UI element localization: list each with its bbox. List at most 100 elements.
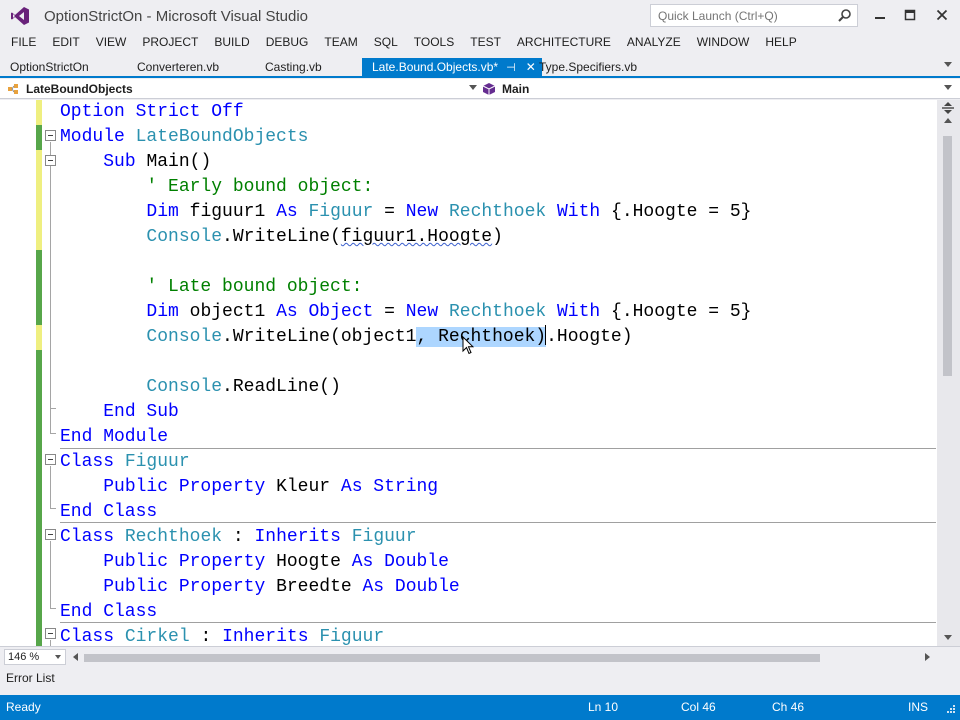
menu-sql[interactable]: SQL: [366, 32, 406, 54]
code-token: As: [276, 202, 298, 222]
code-token: Console: [146, 227, 223, 247]
menu-team[interactable]: TEAM: [316, 32, 365, 54]
code-token: figuur1: [189, 202, 266, 222]
outline-guide-end: [50, 608, 56, 609]
tab-late-bound-objects[interactable]: Late.Bound.Objects.vb* ⊣ ✕: [362, 58, 542, 76]
code-token: With: [557, 202, 601, 222]
minimize-button[interactable]: [866, 4, 894, 26]
code-token: As String: [340, 477, 439, 497]
resize-grip-icon[interactable]: [944, 704, 956, 716]
status-column: Col 46: [681, 700, 716, 714]
error-list-label: Error List: [6, 671, 55, 685]
type-dropdown[interactable]: LateBoundObjects: [6, 81, 480, 97]
unsaved-change-marker: [36, 100, 42, 125]
zoom-dropdown[interactable]: 146 %: [4, 649, 66, 665]
module-icon: [8, 84, 18, 94]
collapse-module-icon[interactable]: [45, 130, 56, 141]
search-icon[interactable]: [837, 8, 852, 23]
editor-bottom-bar: 146 %: [0, 646, 960, 666]
quick-launch-input[interactable]: [651, 5, 831, 26]
menu-debug[interactable]: DEBUG: [258, 32, 317, 54]
vertical-scrollbar[interactable]: [937, 100, 960, 646]
code-token: Figuur: [308, 202, 374, 222]
menu-window[interactable]: WINDOW: [689, 32, 758, 54]
code-text-area[interactable]: Option Strict Off Module LateBoundObject…: [60, 100, 936, 646]
code-token: Rechthoek: [448, 302, 547, 322]
code-token: Dim: [146, 202, 179, 222]
menu-view[interactable]: VIEW: [88, 32, 135, 54]
code-token: New: [405, 302, 439, 322]
code-line: End Module: [60, 425, 168, 450]
menu-project[interactable]: PROJECT: [134, 32, 206, 54]
tab-label: OptionStrictOn: [10, 60, 89, 74]
maximize-button[interactable]: [896, 4, 924, 26]
collapse-class-icon[interactable]: [45, 628, 56, 639]
code-token: Inherits: [222, 627, 309, 646]
code-token: New: [405, 202, 439, 222]
code-line: End Sub: [60, 400, 179, 425]
code-token: Rechthoek: [124, 527, 223, 547]
collapse-class-icon[interactable]: [45, 529, 56, 540]
late-binding-warning-squiggle[interactable]: figuur1.Hoogte: [341, 227, 492, 247]
menu-file[interactable]: FILE: [3, 32, 44, 54]
code-token: Public Property: [103, 477, 266, 497]
code-token: Dim: [146, 302, 179, 322]
tab-optionstricton[interactable]: OptionStrictOn: [0, 58, 95, 76]
code-line: Class Cirkel : Inherits Figuur: [60, 625, 384, 646]
code-token: .Hoogte): [546, 327, 633, 347]
code-token: Console: [146, 327, 223, 347]
code-token: Figuur: [351, 527, 417, 547]
scroll-thumb[interactable]: [943, 136, 952, 376]
horizontal-scroll-thumb[interactable]: [84, 654, 820, 662]
outline-guide-end: [50, 433, 56, 434]
chevron-down-icon[interactable]: [469, 85, 477, 90]
split-window-icon[interactable]: [941, 102, 955, 114]
menu-bar: FILE EDIT VIEW PROJECT BUILD DEBUG TEAM …: [0, 32, 960, 54]
quick-launch-box[interactable]: [650, 4, 858, 27]
pin-icon[interactable]: ⊣: [506, 61, 516, 74]
code-line: Public Property Breedte As Double: [60, 575, 460, 600]
code-token: Object: [308, 302, 374, 322]
collapse-class-icon[interactable]: [45, 454, 56, 465]
menu-tools[interactable]: TOOLS: [406, 32, 462, 54]
indicator-margin[interactable]: [0, 100, 36, 646]
method-icon: [482, 83, 496, 95]
menu-build[interactable]: BUILD: [206, 32, 257, 54]
chevron-down-icon: [55, 655, 61, 659]
menu-test[interactable]: TEST: [462, 32, 509, 54]
code-token: {.Hoogte = 5}: [611, 302, 752, 322]
code-line: Console.WriteLine(figuur1.Hoogte): [60, 225, 503, 250]
tab-casting[interactable]: Casting.vb: [255, 58, 328, 76]
code-line: Public Property Hoogte As Double: [60, 550, 449, 575]
tab-converteren[interactable]: Converteren.vb: [127, 58, 225, 76]
code-token: Figuur: [319, 627, 385, 646]
status-line: Ln 10: [588, 700, 619, 714]
selected-text[interactable]: , Rechthoek): [416, 327, 547, 347]
code-token: Inherits: [254, 527, 341, 547]
code-line: Class Figuur: [60, 450, 190, 475]
scroll-left-icon[interactable]: [73, 653, 78, 661]
saved-change-marker: [36, 250, 42, 325]
menu-analyze[interactable]: ANALYZE: [619, 32, 689, 54]
error-list-tab[interactable]: Error List: [0, 666, 960, 695]
code-token: With: [557, 302, 601, 322]
scroll-up-icon[interactable]: [944, 118, 952, 123]
tab-overflow-dropdown-icon[interactable]: [944, 62, 952, 67]
collapse-sub-icon[interactable]: [45, 155, 56, 166]
scroll-down-icon[interactable]: [944, 635, 952, 640]
code-token: End Sub: [103, 402, 179, 422]
menu-edit[interactable]: EDIT: [44, 32, 87, 54]
code-token: Public Property: [103, 577, 266, 597]
menu-architecture[interactable]: ARCHITECTURE: [509, 32, 619, 54]
code-token: {.Hoogte = 5}: [611, 202, 752, 222]
chevron-down-icon[interactable]: [944, 85, 952, 90]
scroll-right-icon[interactable]: [925, 653, 930, 661]
close-button[interactable]: [928, 4, 956, 26]
member-dropdown[interactable]: Main: [482, 81, 952, 97]
menu-help[interactable]: HELP: [757, 32, 804, 54]
tab-type-specifiers[interactable]: Type.Specifiers.vb: [529, 58, 643, 76]
outline-guide: [50, 541, 51, 608]
code-token: .ReadLine(): [222, 377, 341, 397]
code-token: Class: [60, 452, 115, 472]
code-editor[interactable]: Option Strict Off Module LateBoundObject…: [0, 100, 960, 646]
